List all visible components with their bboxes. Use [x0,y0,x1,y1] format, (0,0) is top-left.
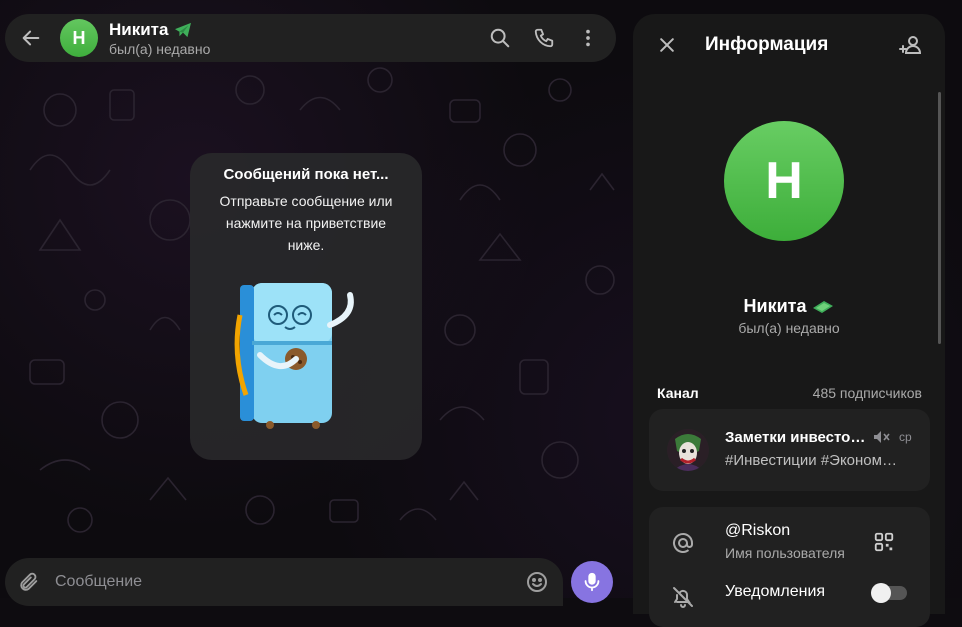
microphone-icon [584,572,600,592]
greeting-sticker[interactable] [230,275,380,435]
back-button[interactable] [9,16,53,60]
premium-badge-icon [813,300,834,313]
muted-icon [874,431,890,443]
more-button[interactable] [566,16,610,60]
notifications-label: Уведомления [725,583,826,600]
channel-title: Заметки инвесто… [725,429,866,446]
toggle-knob [871,583,891,603]
search-icon [490,28,510,48]
more-vertical-icon [586,29,590,47]
arrow-left-icon [22,30,40,46]
channel-section-label: Канал [657,385,699,401]
profile-status: был(а) недавно [738,320,840,336]
empty-chat-card: Сообщений пока нет... Отправьте сообщени… [190,153,422,460]
search-button[interactable] [478,16,522,60]
attach-button[interactable] [7,560,51,604]
chat-header: Н Никита был(а) недавно [5,14,616,62]
channel-card[interactable]: Заметки инвесто… ср #Инвестиции #Эконом… [649,409,930,491]
profile-name: Никита [743,296,807,316]
profile-avatar[interactable]: Н [724,121,844,241]
bell-off-icon [673,587,693,608]
paperclip-icon [20,572,38,591]
message-input[interactable] [53,572,515,592]
profile-details-card: @Riskon Имя пользователя Уведомления [649,507,930,627]
premium-badge-icon [175,22,192,37]
phone-icon [534,28,554,48]
close-icon [660,38,674,52]
profile-info-panel: Информация Н Никита был(а) недавно Канал… [633,14,945,627]
chat-avatar[interactable]: Н [60,19,98,57]
add-user-icon [899,36,922,54]
smiley-icon [527,572,547,592]
empty-chat-text: Отправьте сообщение или нажмите на приве… [219,193,393,253]
empty-chat-title: Сообщений пока нет... [223,166,389,183]
channel-last-message: #Инвестиции #Эконом… [725,452,897,469]
at-sign-icon [673,532,693,553]
close-panel-button[interactable] [647,25,687,65]
add-contact-button[interactable] [891,25,931,65]
channel-avatar [667,429,709,471]
chat-title-block[interactable]: Никита был(а) недавно [109,20,210,57]
chat-name: Никита [109,19,169,39]
qr-code-icon[interactable] [873,531,895,553]
emoji-button[interactable] [515,560,559,604]
call-button[interactable] [522,16,566,60]
voice-record-button[interactable] [571,561,613,603]
chat-status: был(а) недавно [109,40,211,57]
channel-subscribers: 485 подписчиков [812,385,922,401]
panel-title: Информация [705,34,829,55]
username-label: Имя пользователя [725,545,845,561]
username-value[interactable]: @Riskon [725,522,790,540]
message-composer [5,558,563,606]
channel-last-time: ср [899,430,912,444]
